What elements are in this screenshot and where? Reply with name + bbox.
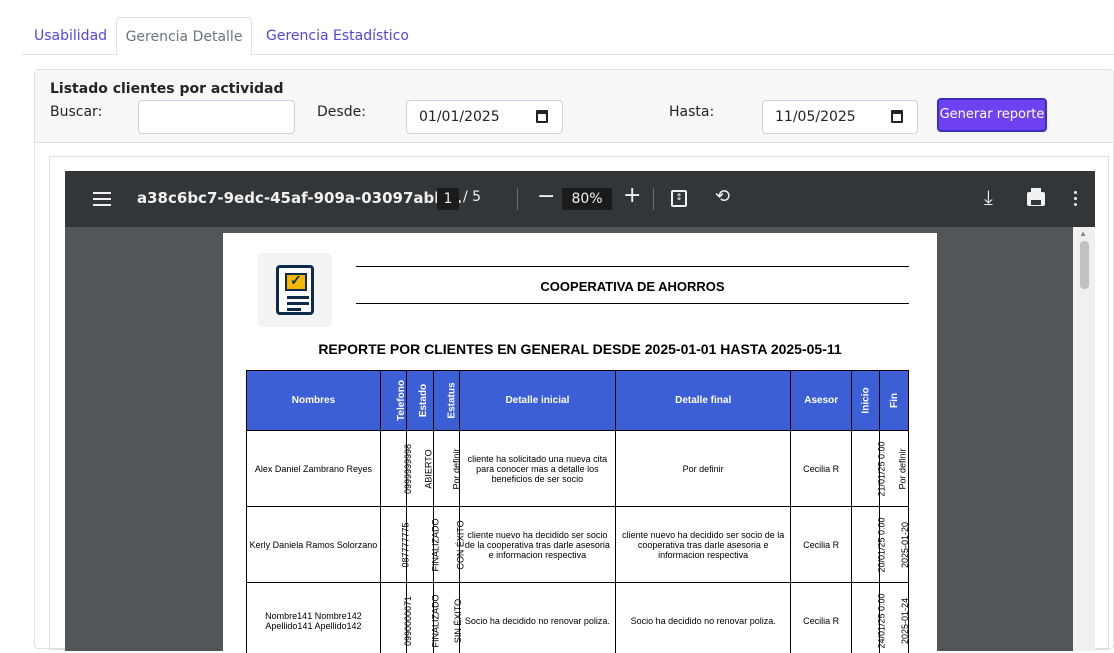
cell-asesor: Cecilia R bbox=[791, 431, 851, 507]
cell-telefono: 087777775 bbox=[380, 507, 406, 583]
report-table: Nombres Telefono Estado Estatus Detalle … bbox=[246, 370, 909, 653]
table-header-row: Nombres Telefono Estado Estatus Detalle … bbox=[247, 371, 909, 431]
cell-estado: FINALIZADO bbox=[407, 507, 433, 583]
fit-page-icon[interactable]: ↕ bbox=[671, 190, 687, 207]
cell-inicio: 20/01/25 0:00 bbox=[851, 507, 880, 583]
report-title: REPORTE POR CLIENTES EN GENERAL DESDE 20… bbox=[223, 341, 937, 357]
calendar-icon[interactable] bbox=[536, 110, 548, 123]
scroll-up-icon[interactable]: ▲ bbox=[1079, 229, 1087, 238]
more-options-icon[interactable] bbox=[1074, 191, 1078, 207]
cell-detalle-inicial: Socio ha decidido no renovar poliza. bbox=[459, 583, 615, 653]
to-label: Hasta: bbox=[669, 104, 714, 120]
col-estado: Estado bbox=[407, 371, 433, 431]
card-title: Listado clientes por actividad bbox=[50, 81, 284, 97]
menu-icon[interactable] bbox=[93, 192, 111, 206]
scrollbar-thumb[interactable] bbox=[1080, 241, 1089, 289]
report-card: Listado clientes por actividad Buscar: D… bbox=[34, 69, 1114, 649]
org-name: COOPERATIVA DE AHORROS bbox=[356, 279, 909, 294]
search-label: Buscar: bbox=[50, 104, 102, 120]
tab-gerencia-estadistico[interactable]: Gerencia Estadístico bbox=[266, 17, 409, 55]
cell-inicio: 24/01/25 0:00 bbox=[851, 583, 880, 653]
col-detalle-final: Detalle final bbox=[615, 371, 791, 431]
cell-estatus: Por definir bbox=[433, 431, 459, 507]
col-estatus: Estatus bbox=[433, 371, 459, 431]
document-name: a38c6bc7-9edc-45af-909a-03097abb... bbox=[137, 189, 462, 207]
filter-header: Listado clientes por actividad Buscar: D… bbox=[35, 70, 1113, 143]
search-input[interactable] bbox=[138, 100, 295, 134]
toolbar-divider bbox=[653, 188, 654, 210]
generate-report-button[interactable]: Generar reporte bbox=[937, 98, 1047, 132]
zoom-input[interactable]: 80% bbox=[562, 188, 612, 210]
pdf-viewer: a38c6bc7-9edc-45af-909a-03097abb... 1 / … bbox=[49, 156, 1109, 650]
page-number-input[interactable]: 1 bbox=[437, 188, 459, 210]
rotate-icon[interactable]: ⟲ bbox=[715, 186, 730, 207]
cell-telefono: 0999999998 bbox=[380, 431, 406, 507]
header-rule bbox=[356, 303, 909, 304]
report-logo bbox=[258, 253, 332, 327]
tab-usabilidad[interactable]: Usabilidad bbox=[34, 17, 107, 55]
cell-telefono: 0990000071 bbox=[380, 583, 406, 653]
from-label: Desde: bbox=[317, 104, 366, 120]
cell-detalle-final: Por definir bbox=[615, 431, 791, 507]
calendar-icon[interactable] bbox=[891, 110, 903, 123]
download-icon[interactable]: ⤓ bbox=[984, 185, 993, 209]
col-asesor: Asesor bbox=[791, 371, 851, 431]
page-total: / 5 bbox=[463, 189, 481, 205]
col-fin: Fin bbox=[880, 371, 909, 431]
cell-detalle-inicial: cliente nuevo ha decidido ser socio de l… bbox=[459, 507, 615, 583]
pdf-page: COOPERATIVA DE AHORROS REPORTE POR CLIEN… bbox=[223, 233, 937, 653]
tab-gerencia-detalle[interactable]: Gerencia Detalle bbox=[116, 17, 252, 56]
cell-detalle-inicial: cliente ha solicitado una nueva cita par… bbox=[459, 431, 615, 507]
table-row: Alex Daniel Zambrano Reyes 0999999998 AB… bbox=[247, 431, 909, 507]
cell-asesor: Cecilia R bbox=[791, 583, 851, 653]
col-nombres: Nombres bbox=[247, 371, 381, 431]
zoom-out-icon[interactable]: − bbox=[537, 184, 555, 209]
to-date-value: 11/05/2025 bbox=[775, 109, 856, 125]
pdf-toolbar: a38c6bc7-9edc-45af-909a-03097abb... 1 / … bbox=[65, 171, 1095, 227]
from-date-value: 01/01/2025 bbox=[419, 109, 500, 125]
tab-bar: Usabilidad Gerencia Detalle Gerencia Est… bbox=[22, 17, 1114, 55]
cell-nombres: Nombre141 Nombre142 Apellido141 Apellido… bbox=[247, 583, 381, 653]
table-row: Kerly Daniela Ramos Solorzano 087777775 … bbox=[247, 507, 909, 583]
toolbar-divider bbox=[517, 188, 518, 210]
header-rule bbox=[356, 266, 909, 267]
print-icon[interactable] bbox=[1027, 192, 1045, 206]
cell-detalle-final: cliente nuevo ha decidido ser socio de l… bbox=[615, 507, 791, 583]
cell-nombres: Kerly Daniela Ramos Solorzano bbox=[247, 507, 381, 583]
to-date-input[interactable]: 11/05/2025 bbox=[762, 100, 918, 134]
cell-asesor: Cecilia R bbox=[791, 507, 851, 583]
from-date-input[interactable]: 01/01/2025 bbox=[406, 100, 563, 134]
col-telefono: Telefono bbox=[380, 371, 406, 431]
col-inicio: Inicio bbox=[851, 371, 880, 431]
col-detalle-inicial: Detalle inicial bbox=[459, 371, 615, 431]
scrollbar[interactable]: ▲ bbox=[1073, 227, 1095, 651]
pdf-canvas[interactable]: ▲ COOPERATIVA DE AHORROS REPORTE POR CLI… bbox=[65, 227, 1095, 651]
cell-inicio: 21/01/25 0:00 bbox=[851, 431, 880, 507]
cell-detalle-final: Socio ha decidido no renovar poliza. bbox=[615, 583, 791, 653]
table-row: Nombre141 Nombre142 Apellido141 Apellido… bbox=[247, 583, 909, 653]
cell-nombres: Alex Daniel Zambrano Reyes bbox=[247, 431, 381, 507]
zoom-in-icon[interactable]: + bbox=[623, 183, 641, 208]
